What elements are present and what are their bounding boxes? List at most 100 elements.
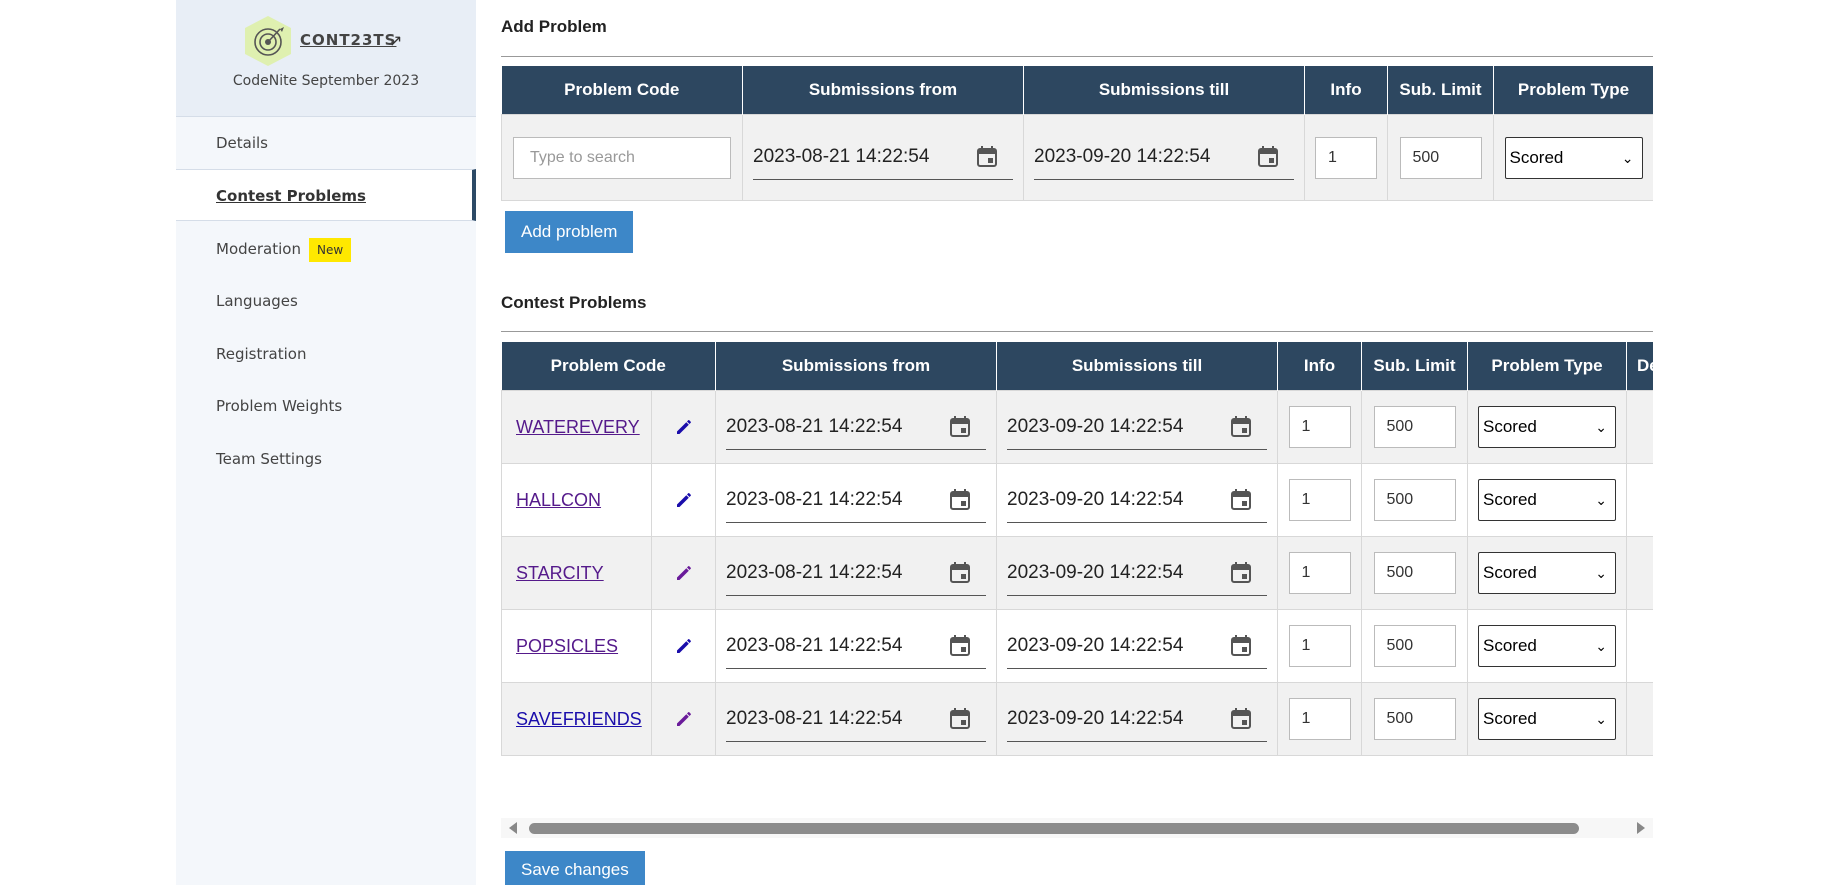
problem-type-select[interactable]: Scored ⌄	[1478, 406, 1616, 448]
sub-limit-input[interactable]: 500	[1373, 625, 1456, 667]
info-input[interactable]: 1	[1315, 136, 1377, 179]
contest-problems-title: Contest Problems	[501, 293, 647, 312]
chevron-down-icon: ⌄	[1595, 565, 1607, 581]
sub-limit-input[interactable]: 500	[1373, 479, 1456, 521]
problem-type-select[interactable]: Scored ⌄	[1478, 552, 1616, 594]
pencil-icon[interactable]	[674, 636, 694, 656]
selected-value: Scored	[1483, 417, 1537, 436]
date-value: 2023-08-21 14:22:54	[726, 707, 903, 729]
save-changes-button[interactable]: Save changes	[505, 851, 645, 885]
calendar-icon[interactable]	[950, 415, 970, 437]
pencil-icon[interactable]	[674, 709, 694, 729]
header-problem-code: Problem Code	[501, 342, 716, 391]
contest-code-link[interactable]: CONT23TS	[300, 31, 396, 49]
info-input[interactable]: 1	[1288, 479, 1351, 521]
calendar-icon[interactable]	[950, 707, 970, 729]
sidebar: CONT23TS ↗ CodeNite September 2023 Detai…	[176, 0, 476, 885]
calendar-icon[interactable]	[950, 561, 970, 583]
date-value: 2023-08-21 14:22:54	[726, 488, 903, 510]
calendar-icon[interactable]	[1231, 634, 1251, 656]
horizontal-scrollbar[interactable]	[501, 818, 1653, 838]
scroll-right-icon[interactable]	[1637, 822, 1645, 834]
info-input[interactable]: 1	[1288, 406, 1351, 448]
contest-header: CONT23TS ↗ CodeNite September 2023	[176, 0, 476, 117]
problem-type-select[interactable]: Scored ⌄	[1478, 698, 1616, 740]
selected-value: Scored	[1483, 563, 1537, 582]
calendar-icon[interactable]	[977, 145, 997, 167]
sub-limit-input[interactable]: 500	[1399, 136, 1482, 179]
calendar-icon[interactable]	[1231, 561, 1251, 583]
problem-type-select[interactable]: Scored ⌄	[1478, 625, 1616, 667]
sidebar-item-label: Moderation	[216, 240, 301, 258]
info-input[interactable]: 1	[1288, 552, 1351, 594]
sub-limit-input[interactable]: 500	[1373, 552, 1456, 594]
sidebar-item-team-settings[interactable]: Team Settings	[176, 433, 476, 485]
date-value: 2023-08-21 14:22:54	[726, 415, 903, 437]
date-value: 2023-08-21 14:22:54	[753, 146, 930, 167]
sidebar-item-moderation[interactable]: Moderation New	[176, 223, 476, 275]
problem-code-link[interactable]: POPSICLES	[502, 636, 618, 656]
scrollbar-thumb[interactable]	[529, 823, 1579, 834]
problem-code-link[interactable]: HALLCON	[502, 490, 601, 510]
selected-value: Scored	[1483, 490, 1537, 509]
problem-search-input[interactable]: Type to search	[513, 136, 731, 179]
header-sub-limit: Sub. Limit	[1361, 342, 1468, 391]
submissions-till-field[interactable]: 2023-09-20 14:22:54	[1007, 551, 1267, 596]
submissions-till-field[interactable]: 2023-09-20 14:22:54	[1034, 135, 1294, 180]
sidebar-item-contest-problems[interactable]: Contest Problems	[176, 169, 476, 221]
contest-problems-table: Problem Code Submissions from Submission…	[501, 342, 1653, 818]
sidebar-item-details[interactable]: Details	[176, 117, 476, 169]
problem-type-select[interactable]: Scored ⌄	[1478, 479, 1616, 521]
problem-code-link[interactable]: STARCITY	[502, 563, 604, 583]
submissions-from-field[interactable]: 2023-08-21 14:22:54	[726, 478, 986, 523]
calendar-icon[interactable]	[950, 488, 970, 510]
header-info: Info	[1304, 66, 1388, 115]
add-problem-button[interactable]: Add problem	[505, 211, 634, 253]
truncated-cell	[1626, 609, 1653, 683]
date-value: 2023-09-20 14:22:54	[1007, 707, 1184, 729]
scroll-left-icon[interactable]	[509, 822, 517, 834]
submissions-till-field[interactable]: 2023-09-20 14:22:54	[1007, 624, 1267, 669]
date-value: 2023-09-20 14:22:54	[1007, 634, 1184, 656]
truncated-cell	[1626, 390, 1653, 464]
calendar-icon[interactable]	[1258, 145, 1278, 167]
date-value: 2023-08-21 14:22:54	[726, 561, 903, 583]
submissions-from-field[interactable]: 2023-08-21 14:22:54	[726, 551, 986, 596]
sidebar-item-registration[interactable]: Registration	[176, 328, 476, 380]
submissions-till-field[interactable]: 2023-09-20 14:22:54	[1007, 478, 1267, 523]
date-value: 2023-09-20 14:22:54	[1034, 146, 1211, 167]
problem-type-select[interactable]: Scored ⌄	[1504, 136, 1643, 179]
submissions-till-field[interactable]: 2023-09-20 14:22:54	[1007, 697, 1267, 742]
header-sub-limit: Sub. Limit	[1387, 66, 1494, 115]
info-input[interactable]: 1	[1288, 625, 1351, 667]
submissions-from-field[interactable]: 2023-08-21 14:22:54	[726, 405, 986, 450]
selected-value: Scored	[1483, 636, 1537, 655]
pencil-icon[interactable]	[674, 490, 694, 510]
submissions-from-field[interactable]: 2023-08-21 14:22:54	[753, 135, 1013, 180]
submissions-from-field[interactable]: 2023-08-21 14:22:54	[726, 624, 986, 669]
pencil-icon[interactable]	[674, 417, 694, 437]
sidebar-item-problem-weights[interactable]: Problem Weights	[176, 380, 476, 432]
header-problem-type: Problem Type	[1493, 66, 1653, 115]
header-submissions-till: Submissions till	[1023, 66, 1305, 115]
header-submissions-from: Submissions from	[715, 342, 997, 391]
calendar-icon[interactable]	[950, 634, 970, 656]
info-input[interactable]: 1	[1288, 698, 1351, 740]
calendar-icon[interactable]	[1231, 488, 1251, 510]
problem-code-link[interactable]: WATEREVERY	[502, 417, 640, 437]
submissions-from-field[interactable]: 2023-08-21 14:22:54	[726, 697, 986, 742]
external-link-icon[interactable]: ↗	[389, 31, 402, 51]
submissions-till-field[interactable]: 2023-09-20 14:22:54	[1007, 405, 1267, 450]
truncated-cell	[1626, 536, 1653, 610]
chevron-down-icon: ⌄	[1621, 149, 1634, 166]
chevron-down-icon: ⌄	[1595, 419, 1607, 435]
sidebar-item-languages[interactable]: Languages	[176, 275, 476, 327]
target-icon	[245, 16, 291, 66]
calendar-icon[interactable]	[1231, 707, 1251, 729]
calendar-icon[interactable]	[1231, 415, 1251, 437]
problem-code-link[interactable]: SAVEFRIENDS	[502, 709, 642, 729]
sub-limit-input[interactable]: 500	[1373, 406, 1456, 448]
pencil-icon[interactable]	[674, 563, 694, 583]
date-value: 2023-09-20 14:22:54	[1007, 488, 1184, 510]
sub-limit-input[interactable]: 500	[1373, 698, 1456, 740]
